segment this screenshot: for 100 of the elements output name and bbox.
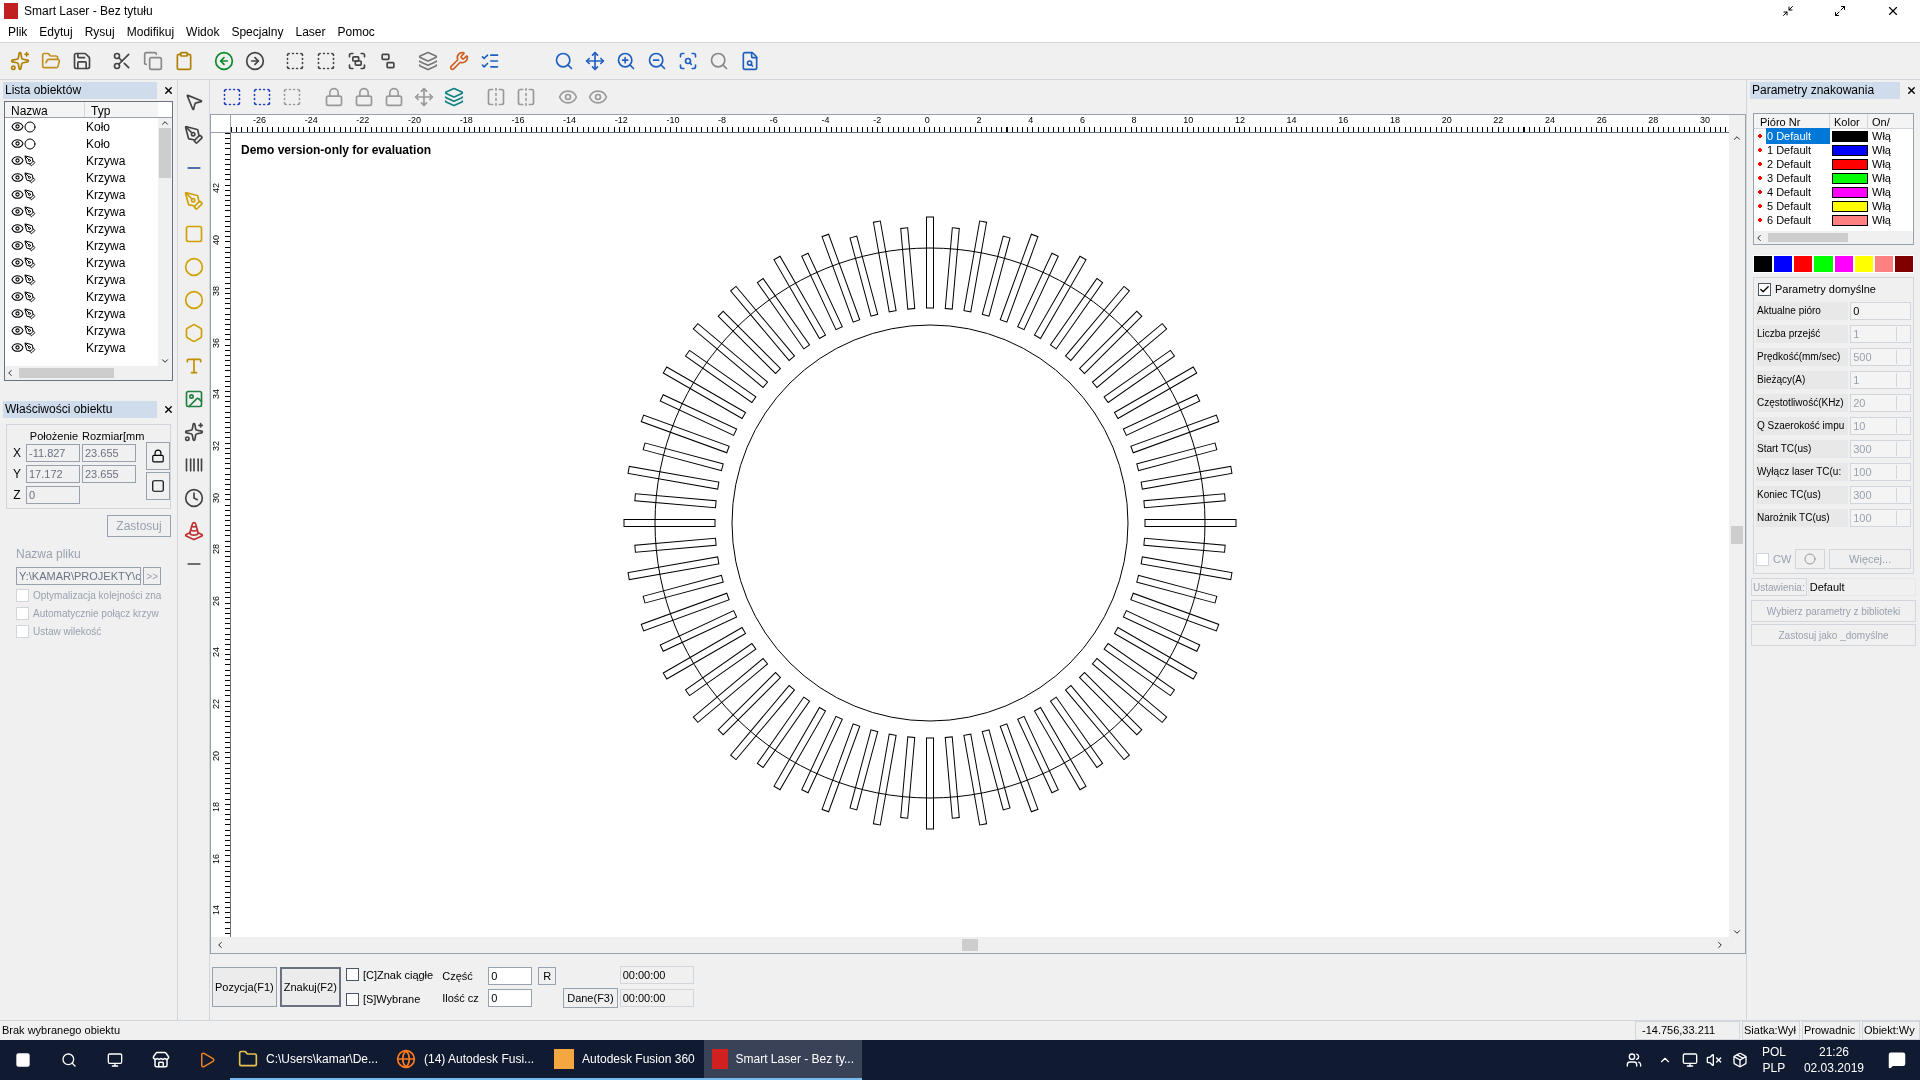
network-icon[interactable] xyxy=(1681,1052,1698,1068)
menu-item[interactable]: Pomoc xyxy=(331,23,381,41)
object-row[interactable]: Krzywa xyxy=(5,271,158,288)
checkbox[interactable] xyxy=(345,968,359,982)
object-row[interactable]: Krzywa xyxy=(5,322,158,339)
taskbar-app[interactable]: Smart Laser - Bez ty... xyxy=(704,1040,862,1080)
scroll-thumb[interactable] xyxy=(159,128,171,178)
palette-swatch[interactable] xyxy=(1893,255,1914,273)
part-field[interactable]: 0 xyxy=(488,967,533,985)
box-icon[interactable] xyxy=(1731,1052,1748,1068)
close-icon[interactable] xyxy=(163,404,174,415)
menu-item[interactable]: Specjalny xyxy=(225,23,290,41)
reset-button[interactable]: R xyxy=(538,967,557,985)
scroll-thumb[interactable] xyxy=(1731,526,1743,544)
count-field[interactable]: 0 xyxy=(488,989,533,1007)
task-view-icon[interactable] xyxy=(107,1052,123,1068)
checkbox[interactable] xyxy=(1758,282,1771,296)
menu-item[interactable]: Plik xyxy=(2,23,34,41)
position-button[interactable]: Pozycja(F1) xyxy=(212,967,277,1007)
ruler-label: 34 xyxy=(211,389,221,400)
palette-swatch[interactable] xyxy=(1813,255,1834,273)
pen-row[interactable]: 3 Default Włą xyxy=(1754,171,1913,185)
ruler-label: 18 xyxy=(211,802,221,813)
settings-field[interactable]: Default xyxy=(1807,578,1916,596)
object-row[interactable]: Krzywa xyxy=(5,288,158,305)
column-header[interactable]: Typ xyxy=(85,102,158,117)
taskbar-app[interactable]: Autodesk Fusion 360 xyxy=(546,1040,704,1080)
ruler-label: 8 xyxy=(1131,115,1137,125)
palette-swatch[interactable] xyxy=(1853,255,1874,273)
taskbar-app[interactable]: (14) Autodesk Fusi... xyxy=(388,1040,546,1080)
object-row[interactable]: Krzywa xyxy=(5,254,158,271)
column-header[interactable]: Kolor xyxy=(1830,114,1868,128)
object-row[interactable]: Krzywa xyxy=(5,152,158,169)
axis-label: X xyxy=(12,444,22,462)
object-row[interactable]: Krzywa xyxy=(5,305,158,322)
position-field[interactable]: 17.172 xyxy=(26,464,80,483)
palette-swatch[interactable] xyxy=(1793,255,1814,273)
menu-item[interactable]: Modifikuj xyxy=(120,23,181,41)
canvas[interactable]: Demo version-only for evaluation xyxy=(231,133,1729,937)
close-icon[interactable] xyxy=(1886,4,1900,18)
scrollbar[interactable] xyxy=(158,118,172,366)
pen-row[interactable]: 6 Default Włą xyxy=(1754,213,1913,227)
object-row[interactable]: Krzywa xyxy=(5,237,158,254)
eye-icon xyxy=(11,222,24,235)
pen-row[interactable]: 0 Default Włą xyxy=(1754,129,1913,143)
scroll-thumb[interactable] xyxy=(962,939,978,951)
close-icon[interactable] xyxy=(1906,85,1917,96)
object-row[interactable]: Krzywa xyxy=(5,186,158,203)
lock-button[interactable] xyxy=(146,442,170,470)
pen-row[interactable]: 5 Default Włą xyxy=(1754,199,1913,213)
object-row[interactable]: Krzywa xyxy=(5,203,158,220)
status-field: Prowadnic xyxy=(1802,1021,1860,1040)
scroll-thumb[interactable] xyxy=(1768,233,1848,242)
mark-button[interactable]: Znakuj(F2) xyxy=(279,967,341,1007)
maximize-icon[interactable] xyxy=(1834,5,1846,17)
scrollbar[interactable] xyxy=(5,366,172,380)
search-icon[interactable] xyxy=(61,1052,77,1068)
position-field[interactable]: 0 xyxy=(26,485,80,504)
object-row[interactable]: Krzywa xyxy=(5,339,158,356)
palette-swatch[interactable] xyxy=(1773,255,1794,273)
checkbox[interactable] xyxy=(345,992,359,1006)
data-button[interactable]: Dane(F3) xyxy=(563,988,618,1008)
param-field[interactable]: 0 xyxy=(1850,302,1911,320)
object-row[interactable]: Krzywa xyxy=(5,169,158,186)
people-icon[interactable] xyxy=(1625,1052,1642,1068)
start-icon[interactable] xyxy=(15,1052,31,1068)
column-header[interactable]: Nazwa xyxy=(5,102,85,117)
muted-speaker-icon[interactable] xyxy=(1705,1052,1722,1068)
palette-swatch[interactable] xyxy=(1753,255,1774,273)
pen-state: Włą xyxy=(1871,198,1892,214)
menu-item[interactable]: Edytuj xyxy=(33,23,79,41)
object-row[interactable]: Krzywa xyxy=(5,220,158,237)
notifications-icon[interactable] xyxy=(1888,1051,1906,1069)
pen-row[interactable]: 2 Default Włą xyxy=(1754,157,1913,171)
ruler-label: 10 xyxy=(1183,115,1194,125)
column-header[interactable]: On/ xyxy=(1868,114,1913,128)
close-icon[interactable] xyxy=(163,85,174,96)
scroll-thumb[interactable] xyxy=(19,368,114,378)
size-field[interactable]: 23.655 xyxy=(82,464,136,483)
clock[interactable]: 21:26 02.03.2019 xyxy=(1803,1044,1864,1076)
size-field[interactable]: 23.655 xyxy=(82,443,136,462)
grid-button[interactable] xyxy=(146,472,170,500)
pen-row[interactable]: 1 Default Włą xyxy=(1754,143,1913,157)
file-path-field[interactable]: Y:\KAMAR\PROJEKTY\c xyxy=(16,567,142,585)
object-row[interactable]: Koło xyxy=(5,118,158,135)
menu-item[interactable]: Laser xyxy=(289,23,332,41)
minimize-icon[interactable] xyxy=(1782,5,1794,17)
palette-swatch[interactable] xyxy=(1833,255,1854,273)
taskbar-app[interactable]: C:\Users\kamar\De... xyxy=(230,1040,388,1080)
object-row[interactable]: Koło xyxy=(5,135,158,152)
menu-item[interactable]: Rysuj xyxy=(78,23,121,41)
store-icon[interactable] xyxy=(152,1051,170,1069)
play-icon[interactable] xyxy=(198,1051,216,1069)
pen-row[interactable]: 4 Default Włą xyxy=(1754,185,1913,199)
language-indicator[interactable]: POL PLP xyxy=(1761,1044,1786,1076)
menu-item[interactable]: Widok xyxy=(180,23,226,41)
palette-swatch[interactable] xyxy=(1873,255,1894,273)
ruler-label: 42 xyxy=(211,183,221,193)
position-field[interactable]: -11.827 xyxy=(26,443,80,462)
scrollbar[interactable] xyxy=(1754,231,1913,244)
